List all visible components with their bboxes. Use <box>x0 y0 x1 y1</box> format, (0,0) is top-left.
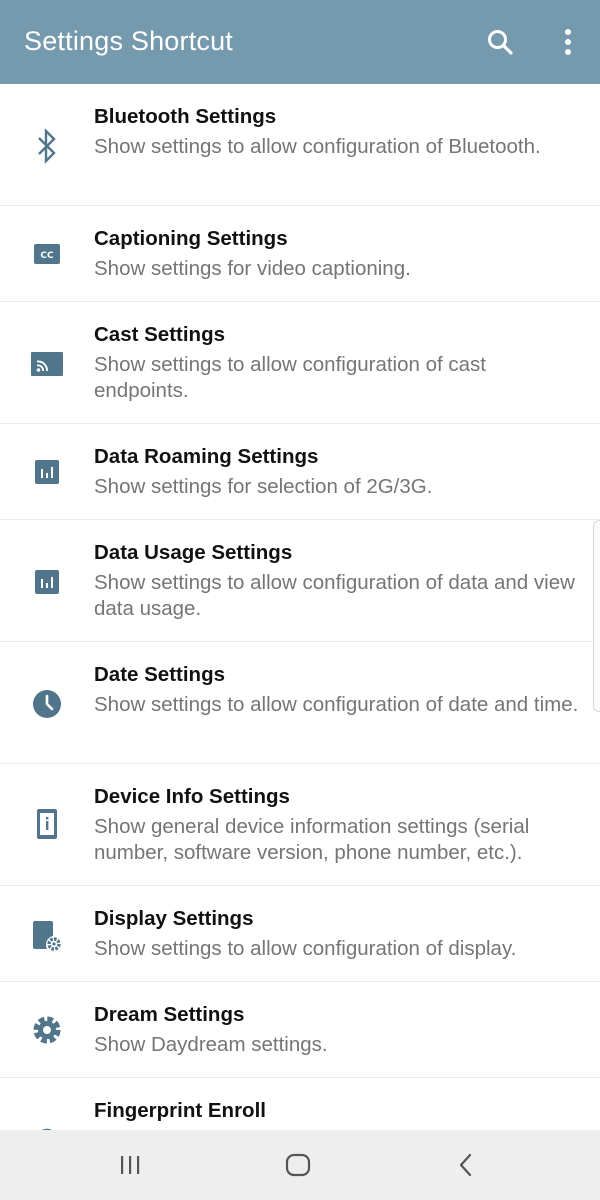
more-options-button[interactable] <box>548 22 588 62</box>
list-item[interactable]: Fingerprint Enroll <box>0 1078 600 1130</box>
item-title: Device Info Settings <box>94 785 290 808</box>
data-usage-icon <box>27 562 67 602</box>
item-description: Show settings to allow configuration of … <box>94 135 541 158</box>
app-title: Settings Shortcut <box>24 26 234 56</box>
device-info-icon <box>27 804 67 844</box>
item-title: Fingerprint Enroll <box>94 1099 266 1122</box>
item-title: Captioning Settings <box>94 227 288 250</box>
list-item[interactable]: Data Roaming Settings Show settings for … <box>0 424 600 520</box>
display-settings-icon <box>27 916 67 956</box>
system-navigation-bar <box>0 1130 600 1200</box>
app-bar: Settings Shortcut <box>0 0 600 84</box>
clock-icon <box>27 684 67 724</box>
item-title: Date Settings <box>94 663 225 686</box>
item-description: Show Daydream settings. <box>94 1033 328 1056</box>
item-description: Show settings to allow configuration of … <box>94 571 575 620</box>
cast-icon <box>27 344 67 384</box>
data-roaming-icon <box>27 452 67 492</box>
list-item[interactable]: Cast Settings Show settings to allow con… <box>0 302 600 424</box>
list-item[interactable]: Bluetooth Settings Show settings to allo… <box>0 84 600 206</box>
list-item[interactable]: Device Info Settings Show general device… <box>0 764 600 886</box>
list-item[interactable]: Display Settings Show settings to allow … <box>0 886 600 982</box>
recents-button[interactable] <box>110 1145 150 1185</box>
list-item[interactable]: CC Captioning Settings Show settings for… <box>0 206 600 302</box>
list-item[interactable]: Date Settings Show settings to allow con… <box>0 642 600 764</box>
svg-text:CC: CC <box>40 251 54 261</box>
item-description: Show settings to allow configuration of … <box>94 353 486 402</box>
more-vert-icon <box>565 29 571 55</box>
item-description: Show settings for selection of 2G/3G. <box>94 475 433 498</box>
item-description: Show settings to allow configuration of … <box>94 693 579 716</box>
search-icon <box>488 30 513 55</box>
item-title: Cast Settings <box>94 323 225 346</box>
item-description: Show settings to allow configuration of … <box>94 937 517 960</box>
search-button[interactable] <box>480 22 520 62</box>
item-description: Show settings for video captioning. <box>94 257 411 280</box>
item-title: Bluetooth Settings <box>94 105 277 128</box>
list-item[interactable]: Data Usage Settings Show settings to all… <box>0 520 600 642</box>
home-button[interactable] <box>278 1145 318 1185</box>
list-item[interactable]: Dream Settings Show Daydream settings. <box>0 982 600 1078</box>
gear-icon <box>27 1010 67 1050</box>
item-title: Data Roaming Settings <box>94 445 319 468</box>
item-title: Dream Settings <box>94 1003 245 1026</box>
settings-list[interactable]: Bluetooth Settings Show settings to allo… <box>0 84 600 1130</box>
home-icon <box>285 1153 311 1177</box>
settings-shortcut-app: Settings Shortcut Bluetooth Settings Sho… <box>0 0 600 1200</box>
fingerprint-icon <box>27 1122 67 1130</box>
back-icon <box>459 1153 472 1177</box>
item-title: Data Usage Settings <box>94 541 293 564</box>
back-button[interactable] <box>446 1145 486 1185</box>
item-description: Show general device information settings… <box>94 815 530 864</box>
recents-icon <box>121 1156 140 1174</box>
closed-caption-icon: CC <box>27 234 67 274</box>
item-title: Display Settings <box>94 907 254 930</box>
scrollbar-edge[interactable] <box>593 520 600 712</box>
bluetooth-icon <box>27 126 67 166</box>
